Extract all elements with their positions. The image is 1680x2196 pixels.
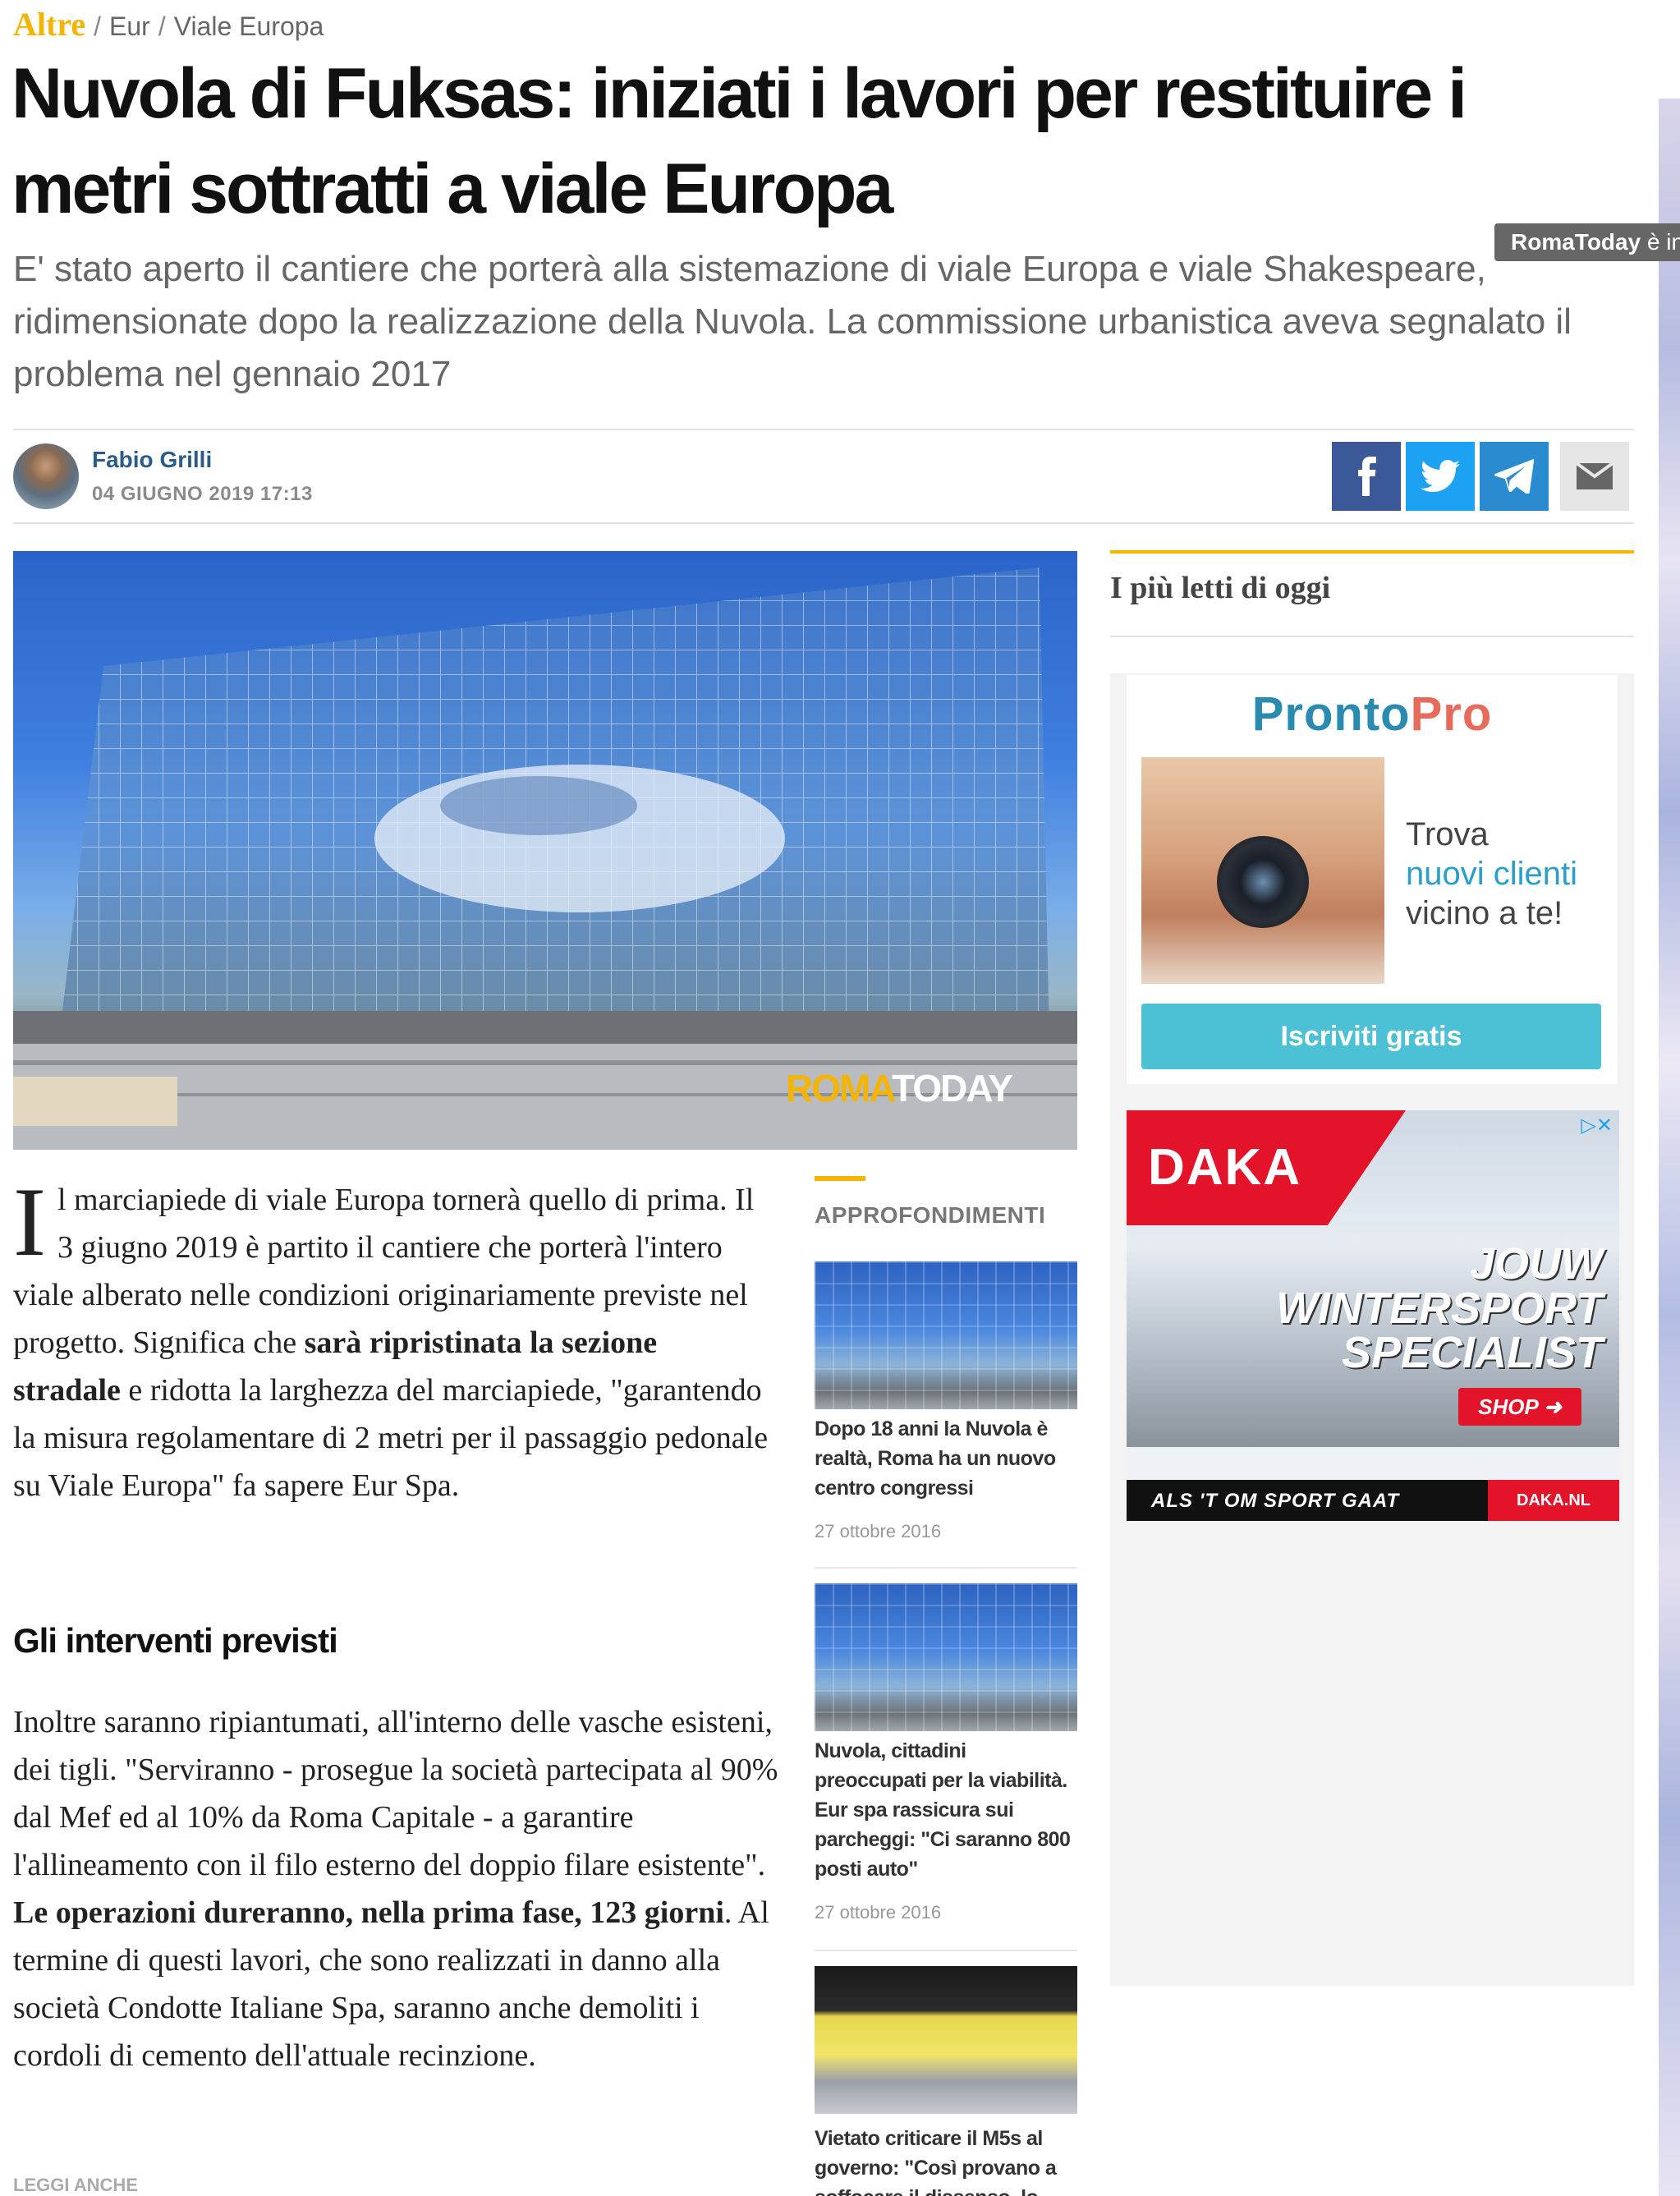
article-paragraph: Il marciapiede di viale Europa tornerà q… xyxy=(13,1167,772,1509)
divider xyxy=(13,429,1634,430)
paragraph-text: e ridotta la larghezza del marciapiede, … xyxy=(13,1373,769,1503)
email-icon xyxy=(1577,463,1613,489)
shop-button[interactable]: SHOP ➜ xyxy=(1458,1388,1581,1426)
section-accent-bar xyxy=(815,1176,865,1181)
nuvola-building-photo xyxy=(13,567,1077,1150)
ad-headline: JOUW WINTERSPORT SPECIALIST xyxy=(1242,1242,1603,1375)
article-subtitle: E' stato aperto il cantiere che porterà … xyxy=(13,249,1572,394)
camera-lens-icon xyxy=(1217,836,1309,928)
related-thumbnail[interactable] xyxy=(815,1261,1077,1409)
daka-ad[interactable]: DAKA ▷✕ JOUW WINTERSPORT SPECIALIST SHOP… xyxy=(1127,1110,1619,1521)
author-name[interactable]: Fabio Grilli xyxy=(92,447,212,473)
ad-slogan: ALS 'T OM SPORT GAAT xyxy=(1151,1490,1400,1512)
telegram-icon xyxy=(1494,459,1534,494)
article-title: Nuvola di Fuksas: iniziati i lavori per … xyxy=(11,54,1467,228)
ad-line-highlight: nuovi clienti xyxy=(1406,856,1578,892)
sidebar-accent-bar xyxy=(1110,550,1634,554)
signup-button[interactable]: Iscriviti gratis xyxy=(1141,1004,1601,1069)
ad-line: vicino a te! xyxy=(1406,895,1563,931)
tooltip-text: è in xyxy=(1641,229,1680,255)
share-facebook-button[interactable] xyxy=(1332,442,1401,511)
brand-tooltip: RomaToday è in xyxy=(1494,223,1680,261)
prontopro-logo: ProntoPro xyxy=(1127,687,1618,742)
divider xyxy=(13,522,1634,524)
side-promo-strip[interactable] xyxy=(1659,99,1680,2196)
divider xyxy=(1110,636,1634,637)
logo-part: Pronto xyxy=(1251,687,1411,741)
breadcrumb-eur[interactable]: Eur xyxy=(109,11,150,42)
paragraph-text: Inoltre saranno ripiantumati, all'intern… xyxy=(13,1705,778,1882)
related-thumbnail[interactable] xyxy=(815,1966,1077,2114)
adchoices-icon[interactable]: ▷✕ xyxy=(1581,1114,1613,1137)
author-avatar[interactable] xyxy=(13,443,79,509)
prontopro-ad[interactable]: ProntoPro Trova nuovi clienti vicino a t… xyxy=(1127,675,1618,1084)
article-hero-image[interactable]: ROMATODAY xyxy=(13,551,1077,1150)
ad-copy: Trova nuovi clienti vicino a te! xyxy=(1406,815,1577,933)
breadcrumb-separator: / xyxy=(94,11,101,41)
related-title[interactable]: Dopo 18 anni la Nuvola è realtà, Roma ha… xyxy=(815,1414,1077,1503)
most-read-title: I più letti di oggi xyxy=(1110,571,1331,605)
related-date: 27 ottobre 2016 xyxy=(815,1902,942,1923)
related-title[interactable]: Vietato criticare il M5s al governo: "Co… xyxy=(815,2124,1077,2196)
publish-date: 04 GIUGNO 2019 17:13 xyxy=(92,483,313,505)
headline-line: WINTERSPORT xyxy=(1275,1284,1603,1333)
tooltip-brand: RomaToday xyxy=(1511,229,1641,255)
approfondimenti-label: APPROFONDIMENTI xyxy=(815,1202,1046,1228)
share-email-button[interactable] xyxy=(1560,442,1629,511)
section-heading: Gli interventi previsti xyxy=(13,1621,338,1660)
ad-line: Trova xyxy=(1406,816,1489,852)
article-paragraph: Inoltre saranno ripiantumati, all'intern… xyxy=(13,1698,785,2079)
daka-logo: DAKA xyxy=(1148,1139,1302,1196)
divider xyxy=(815,1950,1077,1951)
breadcrumb: Altre / Eur / Viale Europa xyxy=(13,5,324,46)
read-also-label: LEGGI ANCHE xyxy=(13,2175,138,2195)
romatoday-watermark: ROMATODAY xyxy=(785,1066,1013,1110)
facebook-icon xyxy=(1358,457,1376,496)
twitter-icon xyxy=(1421,460,1460,492)
headline-line: JOUW xyxy=(1470,1239,1603,1289)
related-thumbnail[interactable] xyxy=(815,1583,1077,1731)
breadcrumb-separator: / xyxy=(158,11,166,41)
share-telegram-button[interactable] xyxy=(1480,442,1549,511)
drop-cap: I xyxy=(13,1167,46,1276)
watermark-roma: ROMA xyxy=(785,1067,893,1109)
breadcrumb-category[interactable]: Altre xyxy=(13,5,85,44)
headline-line: SPECIALIST xyxy=(1341,1328,1603,1377)
share-twitter-button[interactable] xyxy=(1406,442,1475,511)
paragraph-bold: Le operazioni dureranno, nella prima fas… xyxy=(13,1895,724,1930)
related-title[interactable]: Nuvola, cittadini preoccupati per la via… xyxy=(815,1736,1077,1884)
breadcrumb-viale-europa[interactable]: Viale Europa xyxy=(174,11,324,42)
related-date: 27 ottobre 2016 xyxy=(815,1521,942,1541)
logo-part: Pro xyxy=(1410,687,1493,741)
watermark-today: TODAY xyxy=(892,1067,1013,1109)
ad-domain[interactable]: DAKA.NL xyxy=(1488,1480,1619,1521)
divider xyxy=(815,1567,1077,1569)
photographer-image xyxy=(1141,757,1384,984)
